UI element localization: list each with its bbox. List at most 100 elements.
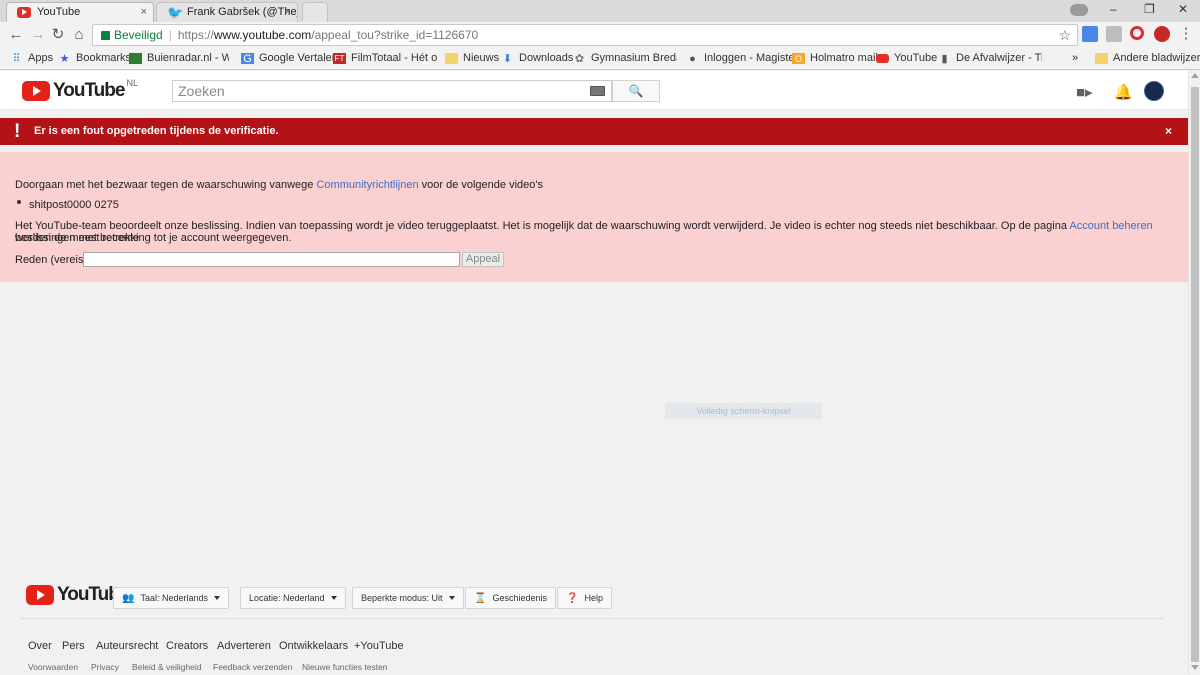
tab-title: YouTube (37, 6, 81, 18)
youtube-icon (876, 54, 889, 63)
footer-link-ontwikkelaars[interactable]: Ontwikkelaars (279, 640, 348, 652)
folder-icon (1095, 53, 1108, 64)
account-avatar[interactable] (1144, 81, 1164, 101)
extension-icon[interactable] (1106, 26, 1122, 42)
footer-link-beleid[interactable]: Beleid & veiligheid (132, 662, 201, 672)
bookmark-afvalwijzer[interactable]: ▮De Afvalwijzer - Tijge (938, 52, 1042, 64)
twitter-favicon: 🐦 (167, 5, 184, 20)
footer-link-voorwaarden[interactable]: Voorwaarden (28, 662, 78, 672)
page-footer: YouTube 👥 Taal: Nederlands Locatie: Neder… (0, 565, 1188, 675)
tab-close-icon[interactable]: × (141, 3, 147, 22)
mail-icon: O (792, 53, 805, 64)
restore-icon[interactable]: ❐ (1144, 2, 1155, 16)
trash-icon: ▮ (941, 53, 948, 64)
history-button[interactable]: ⌛ Geschiedenis (465, 587, 556, 609)
translate-extension-icon[interactable] (1082, 26, 1098, 42)
address-bar[interactable]: Beveiligd | https://www.youtube.com/appeal… (92, 24, 1078, 46)
search-input[interactable]: Zoeken (172, 80, 612, 102)
error-message: Er is een fout opgetreden tijdens de ver… (34, 125, 279, 137)
bookmarks-overflow-icon[interactable]: » (1072, 52, 1078, 64)
new-tab-button[interactable] (302, 2, 328, 22)
chevron-down-icon (448, 596, 455, 600)
close-alert-icon[interactable]: × (1165, 124, 1172, 138)
bookmark-downloads[interactable]: ⬇ Downloads (501, 52, 574, 64)
profile-icon[interactable] (1070, 4, 1088, 16)
tab-twitter[interactable]: 🐦 Frank Gabršek (@The_Fre × (156, 2, 298, 22)
scroll-up-icon[interactable] (1191, 73, 1199, 78)
notifications-bell-icon[interactable]: 🔔 (1114, 83, 1133, 101)
youtube-play-icon (26, 585, 54, 605)
error-alert: ! Er is een fout opgetreden tijdens de v… (0, 118, 1188, 145)
school-icon: ✿ (574, 53, 585, 64)
home-icon[interactable]: ⌂ (69, 25, 89, 45)
search-button[interactable]: 🔍 (612, 80, 660, 102)
help-icon: ❓ (566, 593, 579, 604)
community-guidelines-link[interactable]: Communityrichtlijnen (316, 179, 418, 191)
alert-icon: ! (14, 121, 21, 142)
translate-icon: G (241, 53, 254, 64)
search-icon: 🔍 (628, 84, 644, 98)
reason-label: Reden (vereist) (15, 254, 91, 266)
list-bullet (17, 200, 21, 204)
download-icon: ⬇ (502, 53, 513, 64)
bookmark-magister[interactable]: ● Inloggen - Magister (686, 52, 798, 64)
bookmark-holmatro[interactable]: O Holmatro mail (792, 52, 878, 64)
bookmark-filmtotaal[interactable]: FTFilmTotaal - Hét onlir (333, 52, 437, 64)
footer-link-plus-youtube[interactable]: +YouTube (354, 640, 404, 652)
account-manage-link[interactable]: Account beheren (1069, 220, 1152, 232)
footer-link-feedback[interactable]: Feedback verzenden (213, 662, 292, 672)
bookmark-gymnasium[interactable]: ✿Gymnasium Breda Ho (573, 52, 677, 64)
forward-icon[interactable]: → (28, 25, 48, 45)
language-button[interactable]: 👥 Taal: Nederlands (113, 587, 229, 609)
screen-snip-label: Volledig scherm-knipsel (665, 403, 822, 419)
appeal-panel: Doorgaan met het bezwaar tegen de waarsc… (0, 152, 1188, 282)
reload-icon[interactable]: ↻ (48, 25, 68, 45)
folder-icon (445, 53, 458, 64)
footer-link-pers[interactable]: Pers (62, 640, 85, 652)
location-button[interactable]: Locatie: Nederland (240, 587, 346, 609)
page-scrollbar[interactable] (1188, 71, 1200, 675)
browser-toolbar: ← → ↻ ⌂ Beveiligd | https://www.youtube.co… (0, 22, 1200, 48)
footer-link-over[interactable]: Over (28, 640, 52, 652)
opera-extension-icon[interactable] (1130, 26, 1144, 40)
hourglass-icon: ⌛ (474, 593, 487, 604)
tab-youtube[interactable]: YouTube × (6, 2, 154, 22)
upload-video-icon[interactable]: ■▸ (1076, 83, 1093, 101)
minimize-icon[interactable]: – (1110, 2, 1117, 16)
scrollbar-thumb[interactable] (1191, 87, 1199, 662)
filmtotaal-icon: FT (333, 53, 346, 64)
bookmark-star-icon[interactable]: ☆ (1058, 25, 1071, 45)
country-code: NL (126, 78, 138, 88)
footer-divider (20, 618, 1164, 619)
youtube-play-icon (22, 81, 50, 101)
chevron-down-icon (214, 596, 220, 600)
bookmark-google-vertalen[interactable]: G Google Vertalen (241, 52, 338, 64)
scroll-down-icon[interactable] (1191, 665, 1199, 670)
help-button[interactable]: ❓ Help (557, 587, 612, 609)
bookmark-bookmarks[interactable]: ★ Bookmarks (58, 52, 131, 64)
tab-close-icon[interactable]: × (285, 3, 291, 22)
tab-title: Frank Gabršek (@The_Fre (187, 6, 297, 18)
keyboard-icon[interactable] (590, 86, 605, 96)
footer-link-adverteren[interactable]: Adverteren (217, 640, 271, 652)
menu-icon[interactable]: ⋮ (1176, 24, 1196, 44)
notification-extension-icon[interactable] (1154, 26, 1170, 42)
back-icon[interactable]: ← (6, 25, 26, 45)
video-title: shitpost0000 0275 (29, 199, 119, 211)
footer-link-creators[interactable]: Creators (166, 640, 208, 652)
bookmark-other[interactable]: Andere bladwijzers (1095, 52, 1200, 64)
footer-link-privacy[interactable]: Privacy (91, 662, 119, 672)
chevron-down-icon (330, 596, 337, 600)
footer-link-nieuwe-functies[interactable]: Nieuwe functies testen (302, 662, 388, 672)
restricted-mode-button[interactable]: Beperkte modus: Uit (352, 587, 464, 609)
lock-icon (101, 31, 110, 40)
bookmark-apps[interactable]: ⠿ Apps (10, 52, 53, 64)
bookmark-nieuws[interactable]: Nieuws (445, 52, 499, 64)
window-close-icon[interactable]: ✕ (1178, 2, 1188, 16)
bookmark-buienradar[interactable]: Buienradar.nl - Weer (129, 52, 229, 64)
youtube-logo[interactable]: YouTube NL (22, 78, 138, 102)
bookmark-youtube[interactable]: YouTube (876, 52, 937, 64)
footer-link-auteursrecht[interactable]: Auteursrecht (96, 640, 158, 652)
appeal-button[interactable]: Appeal (462, 252, 504, 267)
reason-input[interactable] (83, 252, 460, 267)
